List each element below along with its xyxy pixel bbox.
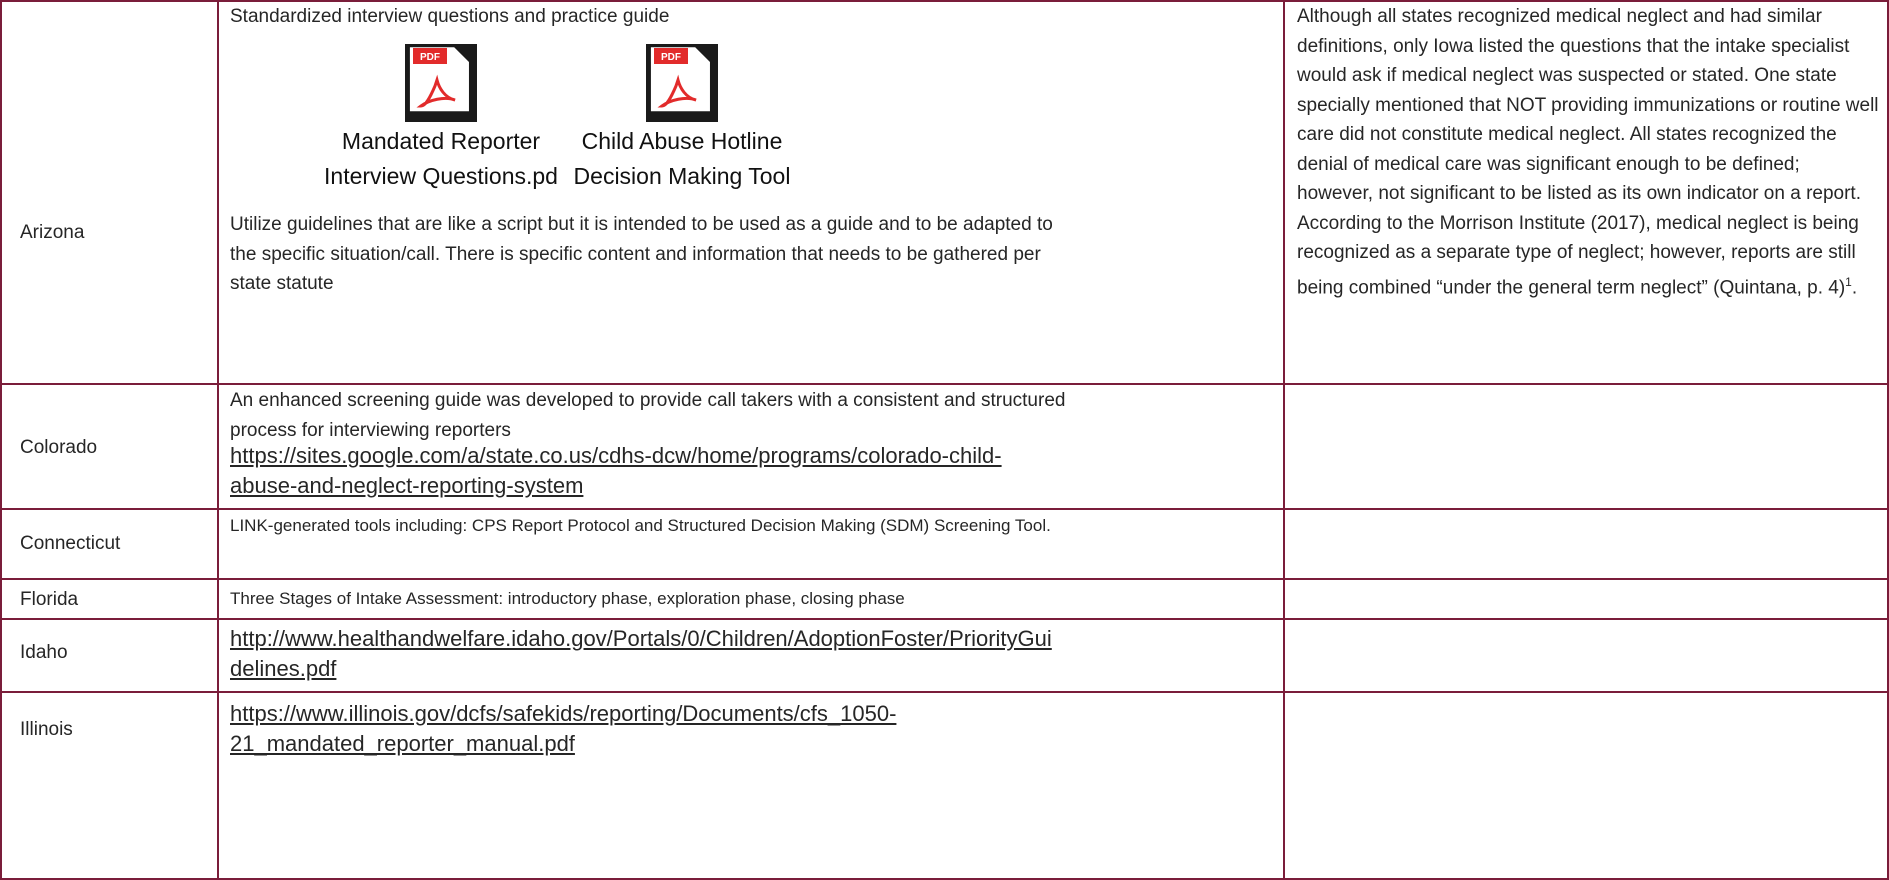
colorado-link[interactable]: https://sites.google.com/a/state.co.us/c… — [230, 441, 1002, 501]
pdf-file-icon: PDF — [646, 44, 718, 122]
idaho-link[interactable]: http://www.healthandwelfare.idaho.gov/Po… — [230, 624, 1052, 684]
table-row: Colorado An enhanced screening guide was… — [0, 383, 1889, 508]
link-line1[interactable]: https://sites.google.com/a/state.co.us/c… — [230, 441, 1002, 471]
link-line1[interactable]: https://www.illinois.gov/dcfs/safekids/r… — [230, 699, 896, 729]
link-line2[interactable]: 21_mandated_reporter_manual.pdf — [230, 729, 896, 759]
notes-period: . — [1851, 276, 1858, 298]
pdf-badge: PDF — [661, 52, 681, 63]
table-row: Illinois https://www.illinois.gov/dcfs/s… — [0, 691, 1889, 878]
pdf-caption-line2: Interview Questions.pd — [324, 163, 558, 189]
state-practices-table: Arizona Standardized interview questions… — [0, 0, 1889, 880]
pdf-file-icon: PDF — [405, 44, 477, 122]
row-intro-text: Standardized interview questions and pra… — [230, 6, 670, 27]
state-name: Illinois — [20, 719, 73, 740]
row-body-text: Utilize guidelines that are like a scrip… — [230, 214, 1053, 294]
state-name: Arizona — [20, 222, 85, 243]
notes-text: Although all states recognized medical n… — [1297, 6, 1879, 298]
state-name: Florida — [20, 589, 79, 610]
pdf-badge: PDF — [420, 52, 440, 63]
row-body-text: An enhanced screening guide was develope… — [230, 390, 1066, 441]
link-line2[interactable]: delines.pdf — [230, 654, 1052, 684]
pdf-caption-line1: Mandated Reporter — [341, 128, 541, 154]
state-name: Colorado — [20, 437, 98, 458]
pdf-attachment[interactable]: PDF Child Abuse Hotline Decision Making … — [562, 40, 802, 194]
footnote-marker[interactable]: 1 — [1845, 275, 1852, 289]
row-body-text: LINK-generated tools including: CPS Repo… — [230, 516, 1051, 535]
state-name: Connecticut — [20, 533, 121, 554]
table-row: Idaho http://www.healthandwelfare.idaho.… — [0, 618, 1889, 691]
table-row: Florida Three Stages of Intake Assessmen… — [0, 578, 1889, 618]
table-row: Connecticut LINK-generated tools includi… — [0, 508, 1889, 578]
illinois-link[interactable]: https://www.illinois.gov/dcfs/safekids/r… — [230, 699, 896, 759]
pdf-caption-line1: Child Abuse Hotline — [581, 128, 783, 154]
table-row: Arizona Standardized interview questions… — [0, 0, 1889, 383]
pdf-attachment[interactable]: PDF Mandated Reporter Interview Question… — [321, 40, 561, 194]
row-notes-text: Although all states recognized medical n… — [1297, 2, 1879, 302]
link-line1[interactable]: http://www.healthandwelfare.idaho.gov/Po… — [230, 624, 1052, 654]
pdf-caption-line2: Decision Making Tool — [573, 163, 791, 189]
link-line2[interactable]: abuse-and-neglect-reporting-system — [230, 471, 1002, 501]
state-name: Idaho — [20, 642, 68, 663]
row-body-text: Three Stages of Intake Assessment: intro… — [230, 589, 905, 608]
